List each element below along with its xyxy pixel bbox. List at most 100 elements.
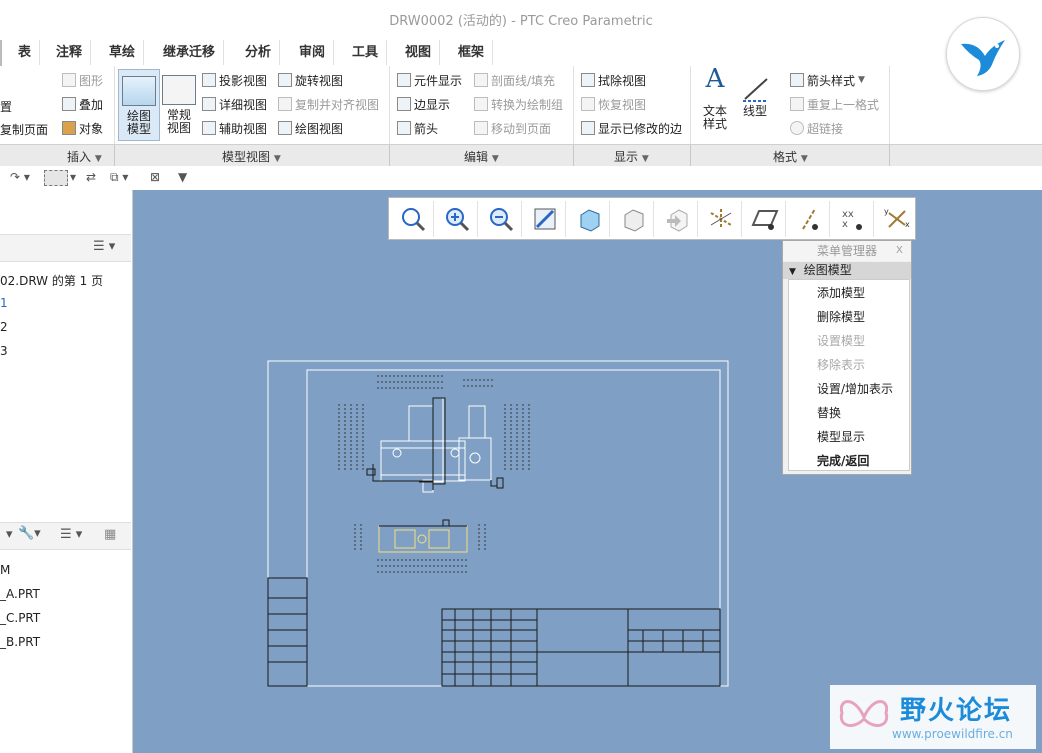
repaint-button[interactable] xyxy=(525,201,566,237)
section-line-fill-button[interactable]: 剖面线/填充 xyxy=(474,70,555,90)
redo-icon[interactable]: ↷ ▾ xyxy=(10,170,30,184)
list-options-icon[interactable]: ☰ ▾ xyxy=(60,527,82,542)
plane-display-button[interactable] xyxy=(745,201,786,237)
arrow-style-button[interactable]: 箭头样式 ▼ xyxy=(790,70,865,90)
revolved-view-button[interactable]: 旋转视图 xyxy=(278,70,343,90)
hyperlink-label: 超链接 xyxy=(807,121,844,136)
resume-view-button[interactable]: 恢复视图 xyxy=(581,94,646,114)
sheet-item[interactable]: 3 xyxy=(0,344,8,358)
text-style-button[interactable]: A 文本 样式 xyxy=(694,66,736,141)
regenerate-icon[interactable]: ⇄ xyxy=(86,170,96,184)
close-icon[interactable]: x xyxy=(896,242,903,256)
erase-view-button[interactable]: 拭除视图 xyxy=(581,70,646,90)
forum-watermark: 野火论坛 www.proewildfire.cn xyxy=(830,685,1036,749)
menu-item-add-model[interactable]: 添加模型 xyxy=(817,284,865,301)
menu-item-model-display[interactable]: 模型显示 xyxy=(817,428,865,445)
drawing-model-button[interactable]: 绘图 模型 xyxy=(118,69,160,141)
chevron-down-icon[interactable]: ▾ xyxy=(70,170,76,184)
section-line-fill-label: 剖面线/填充 xyxy=(491,73,556,88)
graph-button[interactable]: 图形 xyxy=(62,70,103,90)
menu-item-delete-model[interactable]: 删除模型 xyxy=(817,308,865,325)
line-style-button[interactable]: 线型 xyxy=(734,69,776,141)
model-item[interactable]: M xyxy=(0,563,10,577)
datum-axes-icon xyxy=(710,209,732,229)
detail-view-button[interactable]: 详细视图 xyxy=(202,94,267,114)
move-to-page-button[interactable]: 移动到页面 xyxy=(474,118,551,138)
datum-display-button[interactable] xyxy=(701,201,742,237)
zoom-out-button[interactable] xyxy=(481,201,522,237)
tab-layout[interactable] xyxy=(0,40,2,67)
chevron-down-icon[interactable]: ▾ xyxy=(6,527,13,542)
tab-annotate[interactable]: 注释 xyxy=(48,40,92,65)
drawing-view-button[interactable]: 绘图视图 xyxy=(278,118,343,138)
group-format[interactable]: 格式 ▼ xyxy=(773,148,808,165)
menu-item-remove-rep[interactable]: 移除表示 xyxy=(817,356,865,373)
model-item[interactable]: _B.PRT xyxy=(0,635,40,649)
menu-item-done-return[interactable]: 完成/返回 xyxy=(817,452,869,469)
refit-button[interactable] xyxy=(393,201,434,237)
arrow-button[interactable]: 箭头 xyxy=(397,118,438,138)
menu-item-replace[interactable]: 替换 xyxy=(817,404,841,421)
group-edit[interactable]: 编辑 ▼ xyxy=(464,148,499,165)
zoom-in-button[interactable] xyxy=(437,201,478,237)
display-style-button[interactable] xyxy=(569,201,610,237)
point-display-button[interactable]: xx x xyxy=(833,201,874,237)
datum-plane-icon xyxy=(751,210,779,230)
tab-view[interactable]: 视图 xyxy=(397,40,441,65)
tab-review[interactable]: 审阅 xyxy=(291,40,335,65)
edge-display-button[interactable]: 边显示 xyxy=(397,94,450,114)
copy-align-view-icon xyxy=(278,97,292,111)
close-window-icon[interactable]: ⊠ xyxy=(150,170,160,184)
menu-item-set-model[interactable]: 设置模型 xyxy=(817,332,865,349)
sheet-item[interactable]: 2 xyxy=(0,320,8,334)
model-item[interactable]: _C.PRT xyxy=(0,611,40,625)
hyperlink-button[interactable]: 超链接 xyxy=(790,118,843,138)
settings-tool-icon[interactable]: 🔧▾ xyxy=(18,526,41,541)
partial-button-1[interactable]: 置 xyxy=(0,96,12,116)
copy-page-button[interactable]: 复制页面 xyxy=(0,119,48,139)
ribbon-group-bar: 插入 ▼ 模型视图 ▼ 编辑 ▼ 显示 ▼ 格式 ▼ xyxy=(0,144,1042,168)
copy-align-view-button[interactable]: 复制并对齐视图 xyxy=(278,94,379,114)
component-display-button[interactable]: 元件显示 xyxy=(397,70,462,90)
tab-table[interactable]: 表 xyxy=(10,40,41,65)
tab-frame[interactable]: 框架 xyxy=(450,40,494,65)
group-display[interactable]: 显示 ▼ xyxy=(614,148,649,165)
revolved-view-icon xyxy=(278,73,292,87)
auxiliary-view-button[interactable]: 辅助视图 xyxy=(202,118,267,138)
overlay-button[interactable]: 叠加 xyxy=(62,94,103,114)
datum-axis-icon xyxy=(802,208,818,230)
menu-section-header[interactable]: ▼ 绘图模型 xyxy=(783,262,911,279)
show-modified-edges-button[interactable]: 显示已修改的边 xyxy=(581,118,682,138)
general-view-button[interactable]: 常规 视图 xyxy=(158,69,200,141)
object-button[interactable]: 对象 xyxy=(62,118,103,138)
group-model-view[interactable]: 模型视图 ▼ xyxy=(222,148,281,165)
selection-box-icon[interactable] xyxy=(44,170,68,186)
convert-draw-group-button[interactable]: 转换为绘制组 xyxy=(474,94,563,114)
drawing-view-icon xyxy=(278,121,292,135)
general-view-label: 常规 视图 xyxy=(166,108,191,135)
group-insert[interactable]: 插入 ▼ xyxy=(67,148,102,165)
repeat-last-format-button[interactable]: 重复上一格式 xyxy=(790,94,879,114)
customize-icon[interactable]: ▼ xyxy=(178,170,187,184)
saved-orientations-button[interactable] xyxy=(613,201,654,237)
axis-display-button[interactable] xyxy=(789,201,830,237)
model-item[interactable]: _A.PRT xyxy=(0,587,40,601)
tab-analysis[interactable]: 分析 xyxy=(237,40,281,65)
copy-align-view-label: 复制并对齐视图 xyxy=(295,97,380,112)
auxiliary-view-label: 辅助视图 xyxy=(219,121,268,136)
projection-view-button[interactable]: 投影视图 xyxy=(202,70,267,90)
component-display-icon xyxy=(397,73,411,87)
svg-text:y: y xyxy=(884,207,889,216)
sheet-item[interactable]: 1 xyxy=(0,296,8,310)
csys-display-button[interactable]: yx xyxy=(877,201,917,237)
list-options-icon[interactable]: ☰ ▾ xyxy=(93,239,115,254)
view-manager-button[interactable] xyxy=(657,201,698,237)
menu-item-set-add-rep[interactable]: 设置/增加表示 xyxy=(817,380,893,397)
tab-tools[interactable]: 工具 xyxy=(344,40,388,65)
tab-sketch[interactable]: 草绘 xyxy=(101,40,145,65)
tab-legacy-migration[interactable]: 继承迁移 xyxy=(155,40,225,65)
filter-icon[interactable]: ▦ xyxy=(104,527,116,542)
projection-view-label: 投影视图 xyxy=(219,73,268,88)
windows-icon[interactable]: ⧉ ▾ xyxy=(110,170,128,185)
group-separator xyxy=(114,145,115,167)
